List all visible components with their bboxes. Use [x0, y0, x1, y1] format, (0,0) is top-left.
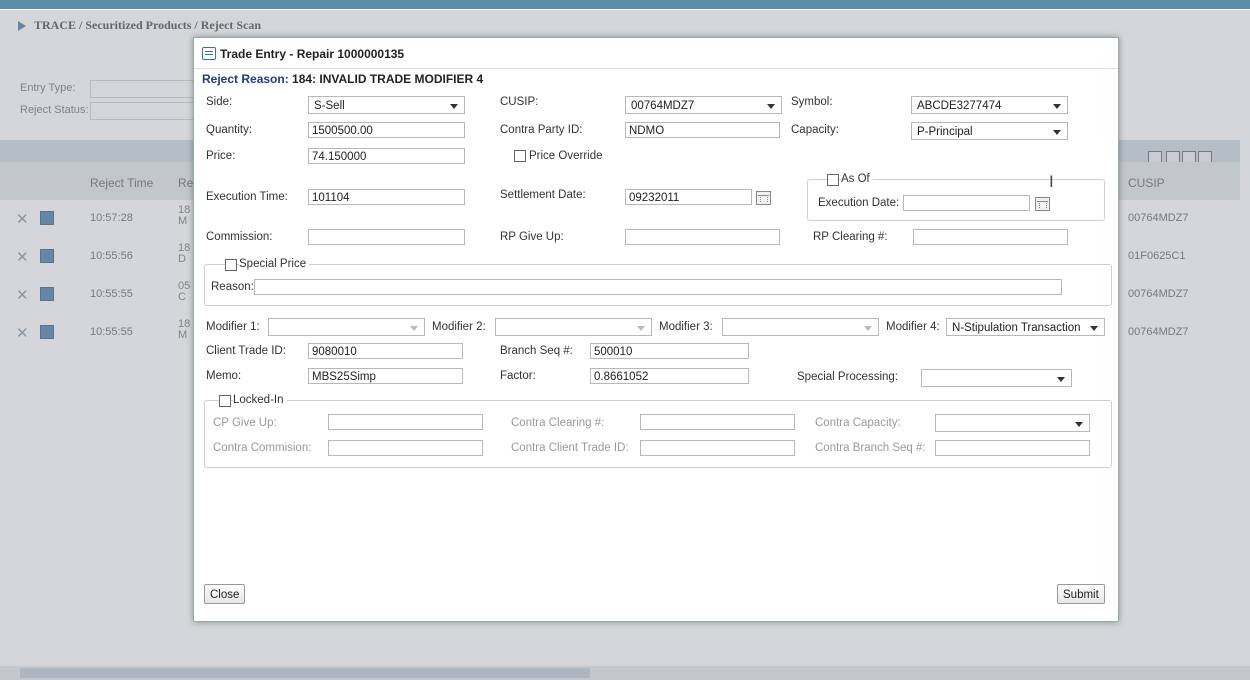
factor-input[interactable]: 0.8661052	[590, 368, 749, 384]
special-processing-label: Special Processing:	[797, 371, 898, 383]
contra-branch-seq-input[interactable]	[935, 440, 1090, 456]
as-of-checkbox[interactable]	[827, 174, 839, 186]
price-override-label: Price Override	[529, 150, 603, 162]
reject-reason: Reject Reason: 184: INVALID TRADE MODIFI…	[202, 72, 483, 86]
contra-client-trade-label: Contra Client Trade ID:	[511, 442, 629, 454]
symbol-value: ABCDE3277474	[917, 100, 1002, 112]
contra-branch-seq-label: Contra Branch Seq #:	[815, 442, 926, 454]
form-icon	[202, 47, 216, 60]
close-button[interactable]: Close	[204, 584, 246, 604]
locked-in-label: Locked-In	[233, 394, 287, 406]
modifier1-select[interactable]	[268, 318, 425, 336]
modifier2-label: Modifier 2:	[432, 321, 486, 333]
execution-date-label: Execution Date:	[818, 197, 900, 209]
contra-commission-label: Contra Commision:	[213, 442, 312, 454]
side-value: S-Sell	[314, 100, 345, 112]
cusip-label: CUSIP:	[500, 96, 539, 108]
chevron-down-icon	[864, 326, 872, 331]
cp-give-up-label: CP Give Up:	[213, 417, 277, 429]
contra-clearing-label: Contra Clearing #:	[511, 417, 605, 429]
settlement-date-label: Settlement Date:	[500, 189, 586, 201]
chevron-down-icon	[1057, 377, 1065, 382]
reject-reason-value: 184: INVALID TRADE MODIFIER 4	[292, 72, 484, 86]
special-price-checkbox[interactable]	[225, 259, 237, 271]
rp-clearing-label: RP Clearing #:	[813, 231, 888, 243]
chevron-down-icon	[1090, 326, 1098, 331]
dialog-titlebar: Trade Entry - Repair 1000000135	[194, 38, 1118, 69]
contra-commission-input[interactable]	[328, 440, 483, 456]
branch-seq-label: Branch Seq #:	[500, 345, 573, 357]
capacity-select[interactable]: P-Principal	[911, 122, 1068, 140]
cusip-select[interactable]: 00764MDZ7	[625, 96, 782, 114]
chevron-down-icon	[450, 104, 458, 109]
memo-label: Memo:	[206, 370, 242, 382]
symbol-label: Symbol:	[791, 96, 833, 108]
dialog-title: Trade Entry - Repair 1000000135	[220, 47, 405, 61]
rp-give-up-input[interactable]	[625, 229, 780, 245]
as-of-label: As Of	[841, 173, 873, 185]
modifier4-label: Modifier 4:	[886, 321, 940, 333]
rp-clearing-input[interactable]	[913, 229, 1068, 245]
chevron-down-icon	[1053, 130, 1061, 135]
top-accent-bar	[0, 0, 1250, 9]
quantity-label: Quantity:	[206, 124, 253, 136]
reason-input[interactable]	[254, 279, 1062, 295]
locked-in-checkbox[interactable]	[219, 395, 231, 407]
side-select[interactable]: S-Sell	[308, 96, 465, 114]
rp-give-up-label: RP Give Up:	[500, 231, 564, 243]
contra-client-trade-input[interactable]	[640, 440, 795, 456]
modifier1-label: Modifier 1:	[206, 321, 260, 333]
commission-input[interactable]	[308, 229, 465, 245]
modifier4-value: N-Stipulation Transaction	[952, 322, 1081, 334]
chevron-down-icon	[767, 104, 775, 109]
contra-capacity-select[interactable]	[935, 414, 1090, 432]
price-input[interactable]: 74.150000	[308, 148, 465, 164]
modifier2-select[interactable]	[495, 318, 652, 336]
settlement-date-input[interactable]: 09232011	[625, 189, 752, 205]
side-label: Side:	[206, 96, 233, 108]
commission-label: Commission:	[206, 231, 273, 243]
memo-input[interactable]: MBS25Simp	[308, 368, 463, 384]
chevron-down-icon	[637, 326, 645, 331]
price-label: Price:	[206, 150, 236, 162]
execution-date-input[interactable]	[903, 195, 1030, 211]
contra-party-input[interactable]: NDMO	[625, 122, 780, 138]
modifier4-select[interactable]: N-Stipulation Transaction	[946, 318, 1105, 336]
cp-give-up-input[interactable]	[328, 414, 483, 430]
modifier3-select[interactable]	[722, 318, 879, 336]
symbol-select[interactable]: ABCDE3277474	[911, 96, 1068, 114]
text-cursor-icon: I	[1049, 172, 1054, 191]
factor-label: Factor:	[500, 370, 536, 382]
execution-time-input[interactable]: 101104	[308, 189, 465, 205]
client-trade-id-input[interactable]: 9080010	[308, 343, 463, 359]
chevron-down-icon	[410, 326, 418, 331]
price-override-checkbox[interactable]	[514, 150, 526, 162]
special-price-label: Special Price	[239, 258, 310, 270]
chevron-down-icon	[1075, 422, 1083, 427]
quantity-input[interactable]: 1500500.00	[308, 122, 465, 138]
special-processing-select[interactable]	[921, 369, 1072, 387]
trade-entry-dialog: Trade Entry - Repair 1000000135 Reject R…	[193, 37, 1119, 622]
chevron-down-icon	[1053, 104, 1061, 109]
execution-time-label: Execution Time:	[206, 191, 288, 203]
calendar-icon[interactable]	[756, 191, 771, 205]
capacity-value: P-Principal	[917, 126, 973, 138]
submit-button[interactable]: Submit	[1057, 584, 1105, 604]
branch-seq-input[interactable]: 500010	[590, 343, 749, 359]
client-trade-id-label: Client Trade ID:	[206, 345, 286, 357]
calendar-icon[interactable]	[1035, 197, 1050, 211]
locked-in-group	[204, 400, 1112, 468]
contra-clearing-input[interactable]	[640, 414, 795, 430]
modifier3-label: Modifier 3:	[659, 321, 713, 333]
cusip-value: 00764MDZ7	[631, 100, 695, 112]
contra-party-label: Contra Party ID:	[500, 124, 583, 136]
capacity-label: Capacity:	[791, 124, 839, 136]
reason-label: Reason:	[211, 281, 254, 293]
reject-reason-label: Reject Reason:	[202, 72, 289, 86]
contra-capacity-label: Contra Capacity:	[815, 417, 901, 429]
